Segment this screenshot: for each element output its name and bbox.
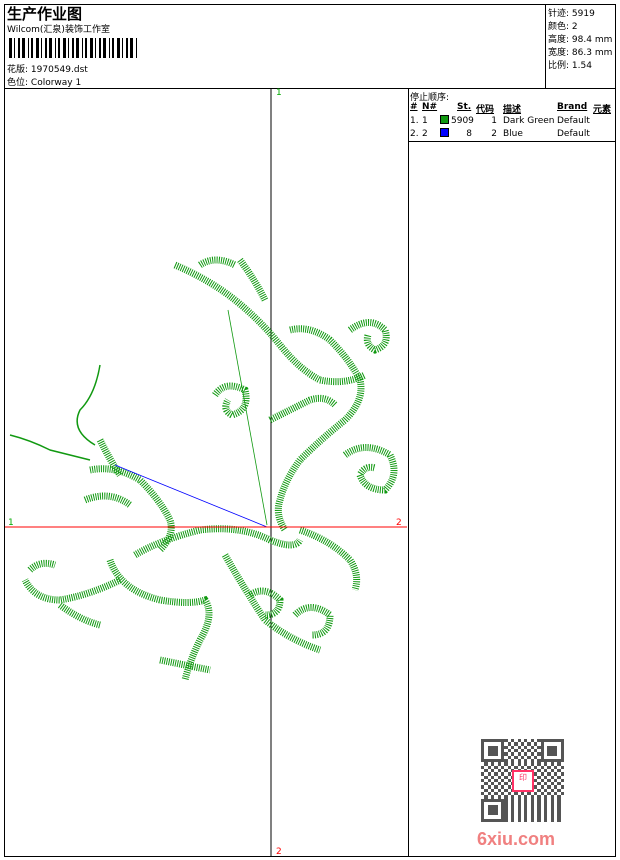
dragon-whisker — [76, 364, 101, 446]
axis-label-top: 1 — [276, 88, 282, 98]
watermark-seal: 印 — [512, 770, 534, 792]
watermark-text: 6xiu.com — [477, 829, 556, 849]
axis-label-right: 2 — [396, 518, 402, 528]
dragon-embroidery — [21, 256, 398, 681]
axis-label-left: 1 — [8, 518, 14, 528]
embroidery-design-preview — [5, 89, 407, 857]
jump-stitch — [114, 464, 268, 528]
production-worksheet: 生产作业图 Wilcom(汇泉)装饰工作室 花版: 1970549.dst 色位… — [0, 0, 620, 860]
dragon-whisker — [9, 434, 91, 461]
axis-label-bottom: 2 — [276, 847, 282, 857]
